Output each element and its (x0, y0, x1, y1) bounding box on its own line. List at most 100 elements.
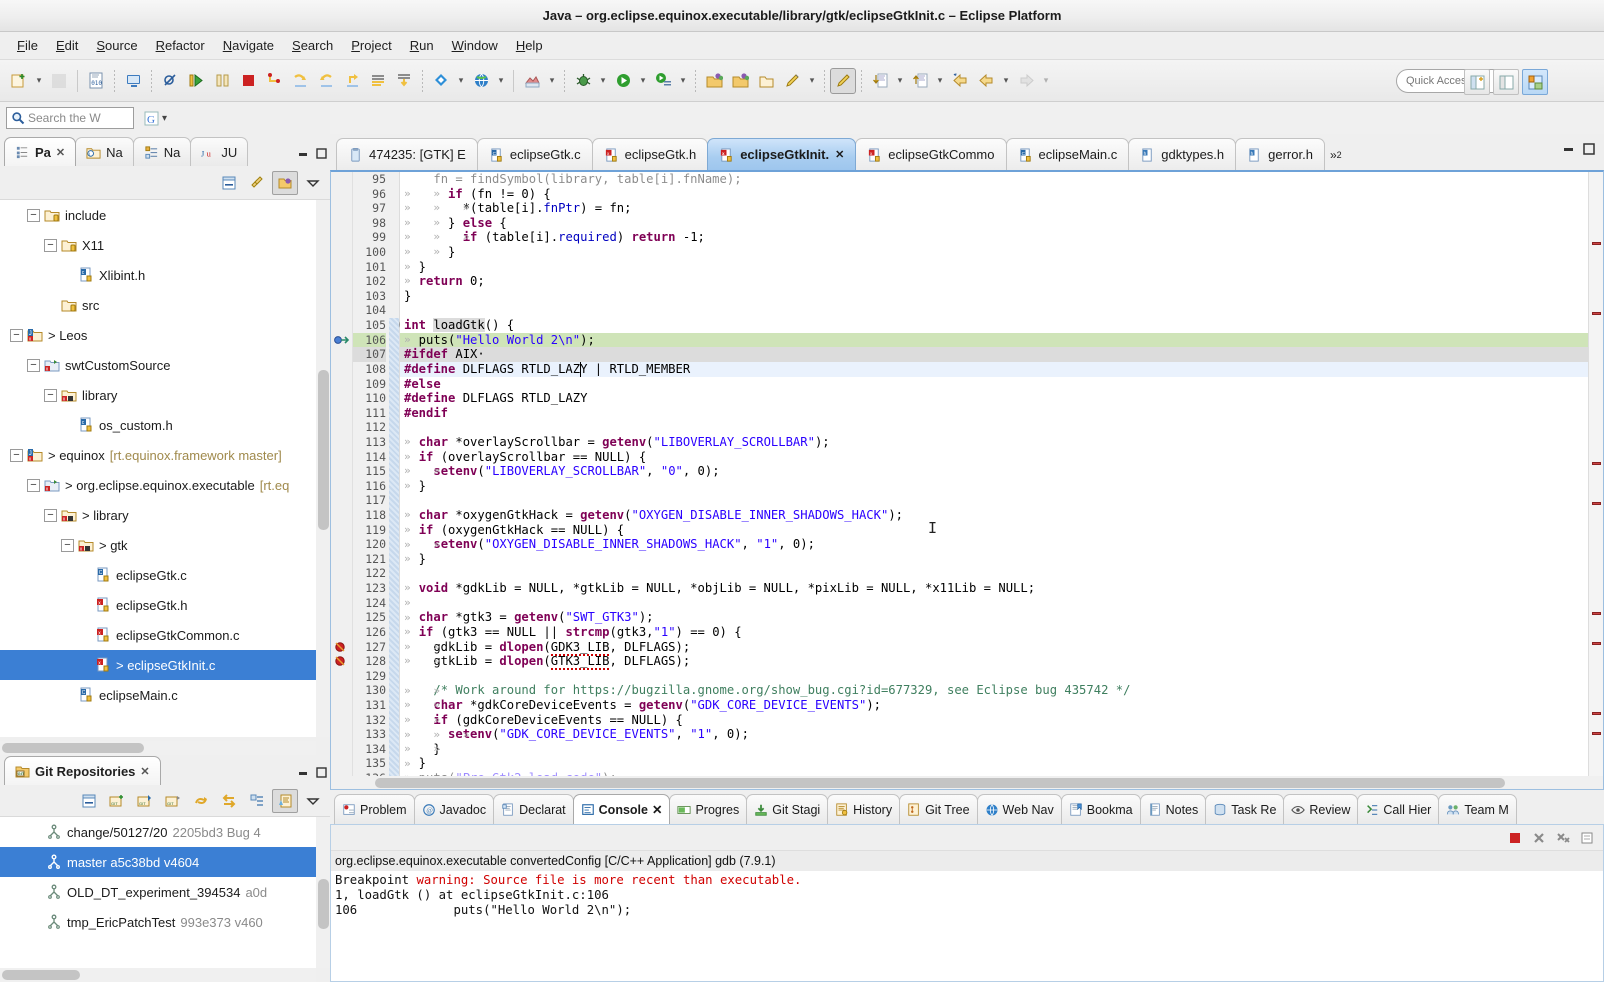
code-line[interactable]: if (gtk3 == NULL || strcmp(gtk3,"1") == … (400, 625, 1588, 640)
tree-item[interactable]: cXlibint.h (0, 260, 316, 290)
close-icon[interactable]: ✕ (140, 765, 149, 778)
chevron-down-icon[interactable]: ▾ (999, 68, 1013, 94)
remove-all-consoles-icon[interactable] (1553, 828, 1573, 848)
code-line[interactable]: } (400, 756, 1588, 771)
clone-repo-icon[interactable]: GIT (132, 789, 158, 813)
tree-item[interactable]: −xlibrary (0, 380, 316, 410)
code-line[interactable] (400, 669, 1588, 684)
git-list-hscrollbar[interactable] (0, 968, 316, 982)
chevron-down-icon[interactable]: ▾ (1039, 68, 1053, 94)
pause-icon[interactable] (209, 68, 235, 94)
edit-marker-icon[interactable] (779, 68, 805, 94)
menu-file[interactable]: File (8, 35, 47, 56)
back-icon[interactable] (973, 68, 999, 94)
twisty-collapse-icon[interactable]: − (44, 239, 57, 252)
chevron-down-icon[interactable]: ▾ (596, 68, 610, 94)
project-tree[interactable]: −include−X11cXlibint.hsrc−Jx> Leos−xswtC… (0, 200, 330, 737)
tree-item[interactable]: −x> org.eclipse.equinox.executable[rt.eq (0, 470, 316, 500)
tree-item[interactable]: −Jx> Leos (0, 320, 316, 350)
code-line[interactable]: } (400, 260, 1588, 275)
chevron-down-icon[interactable]: ▾ (494, 68, 508, 94)
code-line[interactable]: gtkLib = dlopen(GTK3_LIB, DLFLAGS); (400, 654, 1588, 669)
terminate-icon[interactable] (235, 68, 261, 94)
menu-navigate[interactable]: Navigate (214, 35, 283, 56)
skip-breakpoints-icon[interactable] (157, 68, 183, 94)
close-icon[interactable]: ✕ (56, 146, 65, 159)
editor-tab-gdktypes.h[interactable]: hgdktypes.h (1128, 138, 1236, 170)
code-line[interactable] (400, 303, 1588, 318)
minimize-icon[interactable] (294, 759, 312, 785)
source-editor[interactable]: 9596979899100101102103104105106107108109… (330, 170, 1604, 790)
console-tab-task-re[interactable]: Task Re (1205, 794, 1284, 824)
code-line[interactable]: if (gdkCoreDeviceEvents == NULL) { (400, 713, 1588, 728)
clear-console-icon[interactable] (1577, 828, 1597, 848)
run-icon[interactable] (610, 68, 636, 94)
breakpoint-ruler[interactable] (331, 172, 353, 789)
code-line[interactable]: char *overlayScrollbar = getenv("LIBOVER… (400, 435, 1588, 450)
menu-window[interactable]: Window (443, 35, 507, 56)
focus-on-active-task-icon[interactable] (272, 171, 298, 195)
console-tab-review[interactable]: Review (1283, 794, 1358, 824)
editor-hscrollbar[interactable] (331, 776, 1603, 789)
tree-item[interactable]: xeclipseGtk.h (0, 590, 316, 620)
tree-item[interactable]: cos_custom.h (0, 410, 316, 440)
tree-item[interactable]: −x> gtk (0, 530, 316, 560)
scroll-thumb[interactable] (318, 879, 329, 929)
code-line[interactable]: #define DLFLAGS RTLD_LAZY | RTLD_MEMBER (400, 362, 1588, 377)
new-folder-icon[interactable] (753, 68, 779, 94)
console-tab-declarat[interactable]: Declarat (493, 794, 574, 824)
minimize-icon[interactable] (1562, 140, 1576, 158)
run-config-icon[interactable] (650, 68, 676, 94)
code-line[interactable]: if (fn != 0) { (400, 187, 1588, 202)
code-line[interactable]: fn = findSymbol(library, table[i].fnName… (400, 172, 1588, 187)
code-line[interactable]: #endif (400, 406, 1588, 421)
git-branch-row[interactable]: change/50127/202205bd3 Bug 4 (0, 817, 316, 847)
editor-tab-eclipsegtk.h[interactable]: xeclipseGtk.h (592, 138, 709, 170)
console-tab-problem[interactable]: Problem (334, 794, 415, 824)
code-line[interactable]: } (400, 245, 1588, 260)
code-line[interactable]: } (400, 742, 1588, 757)
editor-tab-gerror.h[interactable]: hgerror.h (1235, 138, 1325, 170)
console-tab-bookma[interactable]: Bookma (1061, 794, 1141, 824)
maximize-icon[interactable] (312, 140, 330, 166)
console-body[interactable]: org.eclipse.equinox.executable converted… (330, 824, 1604, 982)
tree-item[interactable]: x> eclipseGtkInit.c (0, 650, 316, 680)
code-line[interactable] (400, 493, 1588, 508)
console-tab-web-nav[interactable]: Web Nav (977, 794, 1062, 824)
code-line[interactable]: if (table[i].required) return -1; (400, 230, 1588, 245)
tree-item[interactable]: src (0, 290, 316, 320)
search-input[interactable]: Search the W (6, 107, 134, 129)
code-line[interactable]: if (oxygenGtkHack == NULL) { (400, 523, 1588, 538)
code-line[interactable]: puts("Hello World 2\n"); (400, 333, 1588, 348)
debug-perspective-button[interactable] (1522, 69, 1548, 95)
drop-to-frame-icon[interactable] (391, 68, 417, 94)
new-wizard-icon[interactable] (6, 68, 32, 94)
fetch-icon[interactable] (216, 789, 242, 813)
project-tree-vscrollbar[interactable] (316, 200, 330, 737)
editor-tab-eclipsemain.c[interactable]: CeclipseMain.c (1006, 138, 1130, 170)
close-icon[interactable]: ✕ (835, 148, 844, 161)
chevron-down-icon[interactable]: ▾ (676, 68, 690, 94)
menu-run[interactable]: Run (401, 35, 443, 56)
link-with-selection-icon[interactable] (244, 789, 270, 813)
new-dropdown-icon[interactable]: ▾ (32, 68, 46, 94)
code-line[interactable]: return 0; (400, 274, 1588, 289)
code-line[interactable]: void *gdkLib = NULL, *gtkLib = NULL, *ob… (400, 581, 1588, 596)
close-icon[interactable]: ✕ (652, 802, 662, 817)
tree-item[interactable]: −x> library (0, 500, 316, 530)
editor-tab-eclipsegtkcommo[interactable]: xeclipseGtkCommo (855, 138, 1006, 170)
menu-source[interactable]: Source (87, 35, 146, 56)
debug-icon[interactable] (570, 68, 596, 94)
menu-search[interactable]: Search (283, 35, 342, 56)
chevron-down-icon[interactable]: ▾ (805, 68, 819, 94)
git-list-vscrollbar[interactable] (316, 817, 330, 968)
scroll-thumb[interactable] (2, 970, 80, 980)
git-branch-row[interactable]: OLD_DT_experiment_394534a0d (0, 877, 316, 907)
open-type-icon[interactable] (428, 68, 454, 94)
code-text[interactable]: fn = findSymbol(library, table[i].fnName… (400, 172, 1588, 789)
tab-junit[interactable]: JuJU (190, 137, 248, 166)
hex-editor-icon[interactable]: 010 (83, 68, 109, 94)
project-tree-hscrollbar[interactable] (0, 741, 316, 755)
collapse-all-icon[interactable] (76, 789, 102, 813)
code-line[interactable]: } (400, 289, 1588, 304)
